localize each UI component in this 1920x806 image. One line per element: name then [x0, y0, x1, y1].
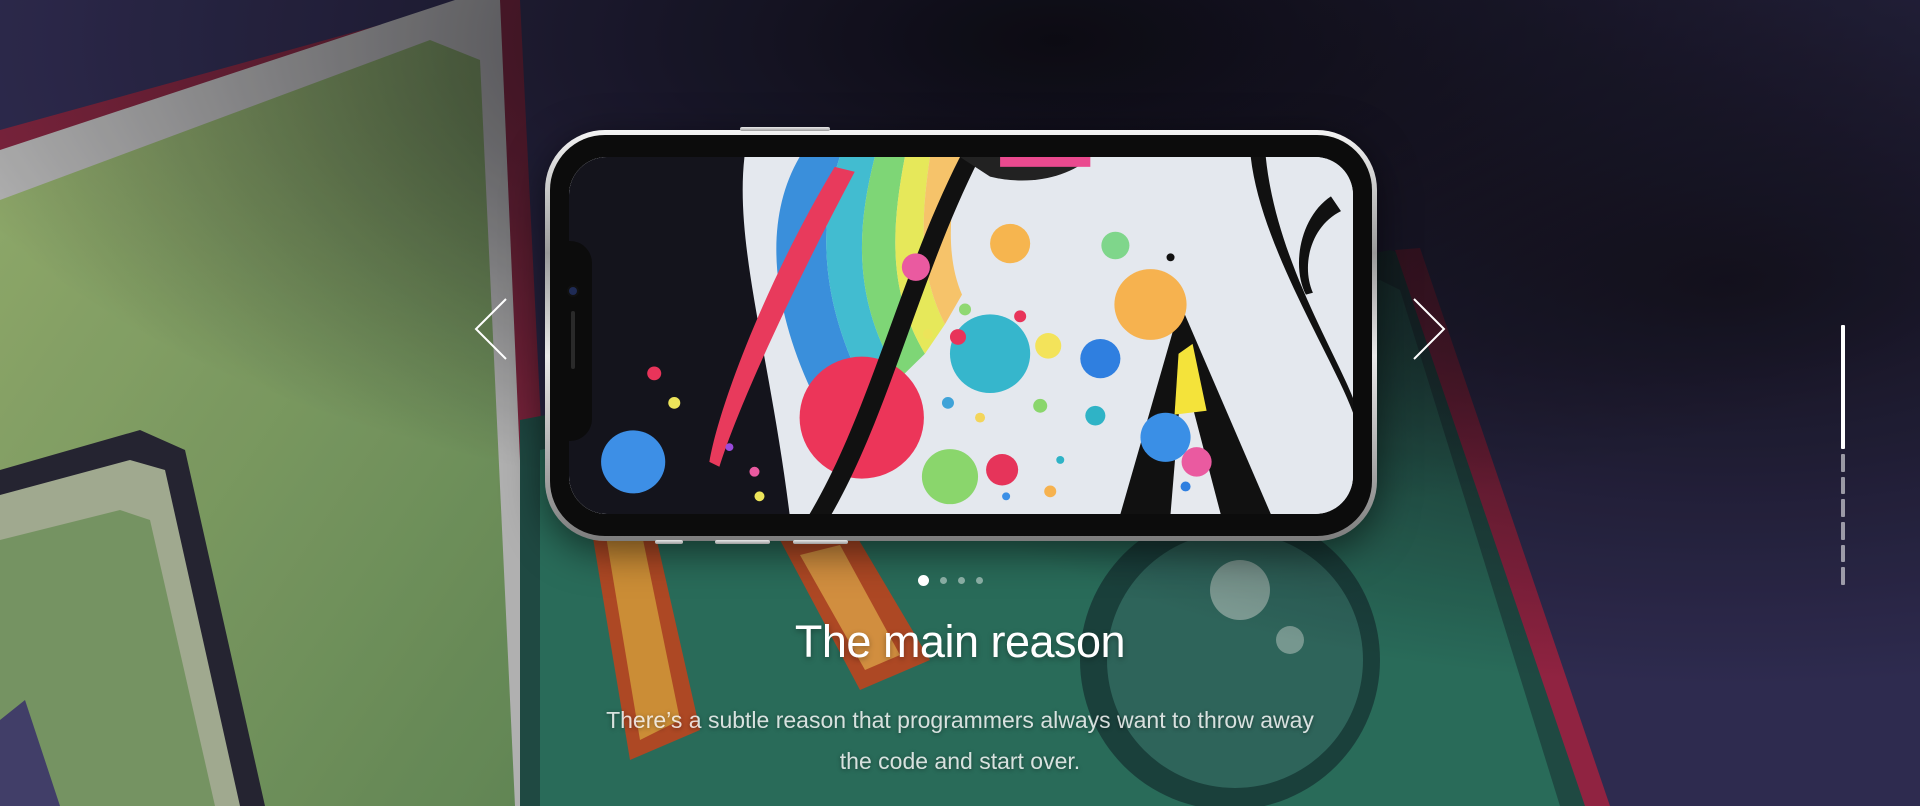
vertical-pager-segment[interactable]: [1841, 499, 1845, 517]
vertical-page-indicator: [1841, 325, 1845, 585]
phone-side-button: [715, 540, 770, 544]
phone-bezel: [550, 135, 1372, 536]
slide-title: The main reason: [794, 616, 1126, 667]
previous-slide-button[interactable]: [472, 297, 512, 361]
pagination-dot[interactable]: [958, 577, 965, 584]
pagination-dot[interactable]: [940, 577, 947, 584]
next-slide-button[interactable]: [1408, 297, 1448, 361]
slide-pagination: [918, 575, 983, 586]
pagination-dot[interactable]: [976, 577, 983, 584]
chevron-left-icon: [474, 298, 507, 360]
phone-screen-image: [569, 157, 1353, 514]
phone-side-button: [655, 540, 683, 544]
phone-mockup: [545, 127, 1377, 544]
phone-notch: [562, 241, 592, 441]
vertical-pager-segment[interactable]: [1841, 567, 1845, 585]
chevron-right-icon: [1413, 298, 1446, 360]
phone-side-button: [740, 127, 830, 131]
vertical-pager-segment[interactable]: [1841, 476, 1845, 495]
pagination-dot[interactable]: [918, 575, 929, 586]
slide-description: There’s a subtle reason that programmers…: [606, 707, 1314, 774]
vertical-pager-segment[interactable]: [1841, 453, 1845, 472]
speaker-grille: [571, 311, 575, 369]
vertical-pager-segment[interactable]: [1841, 521, 1845, 540]
phone-side-button: [793, 540, 848, 544]
camera-icon: [569, 287, 577, 295]
vertical-pager-segment[interactable]: [1841, 544, 1845, 563]
vertical-pager-segment[interactable]: [1841, 325, 1845, 449]
